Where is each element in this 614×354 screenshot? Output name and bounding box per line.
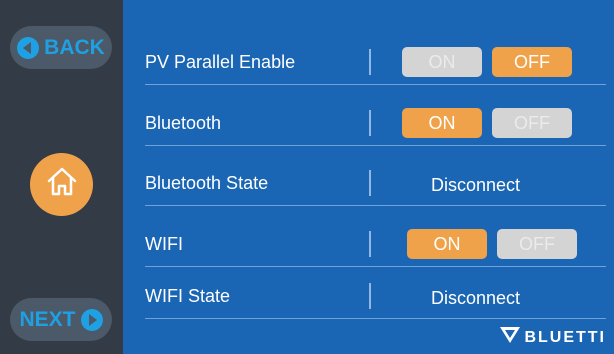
home-icon bbox=[44, 164, 80, 205]
wifi-on-button[interactable]: ON bbox=[407, 229, 487, 259]
row-underline bbox=[145, 145, 606, 146]
back-arrow-icon bbox=[17, 36, 40, 59]
sidebar: BACK NEXT bbox=[0, 0, 123, 354]
pv-parallel-on-button[interactable]: ON bbox=[402, 47, 482, 77]
pv-parallel-off-button[interactable]: OFF bbox=[492, 47, 572, 77]
setting-label: WIFI bbox=[145, 234, 183, 254]
next-label: NEXT bbox=[19, 307, 76, 331]
back-button[interactable]: BACK bbox=[10, 26, 112, 69]
bluetooth-state-value: Disconnect bbox=[431, 175, 521, 195]
row-underline bbox=[145, 205, 606, 206]
setting-label: PV Parallel Enable bbox=[145, 52, 296, 72]
row-divider bbox=[369, 283, 371, 309]
brand-logo: BLUETTI bbox=[500, 327, 606, 348]
setting-label: WIFI State bbox=[145, 286, 231, 306]
setting-label: Bluetooth bbox=[145, 113, 222, 133]
row-divider bbox=[369, 110, 371, 136]
bluetooth-off-button[interactable]: OFF bbox=[492, 108, 572, 138]
row-underline bbox=[145, 318, 606, 319]
next-button[interactable]: NEXT bbox=[10, 298, 112, 341]
setting-row-pv-parallel: PV Parallel Enable ON OFF bbox=[145, 27, 606, 85]
row-divider bbox=[369, 170, 371, 196]
settings-screen: BACK NEXT PV Parallel Enable ON OFF Blue… bbox=[0, 0, 614, 354]
brand-name: BLUETTI bbox=[524, 328, 606, 346]
back-label: BACK bbox=[44, 35, 105, 59]
row-divider bbox=[369, 231, 371, 257]
home-button[interactable] bbox=[30, 153, 93, 216]
bluetti-logo-icon bbox=[500, 327, 521, 348]
setting-row-wifi-state: WIFI State Disconnect bbox=[145, 261, 606, 319]
setting-row-bluetooth: Bluetooth ON OFF bbox=[145, 88, 606, 146]
row-underline bbox=[145, 84, 606, 85]
next-arrow-icon bbox=[80, 308, 103, 331]
setting-row-bluetooth-state: Bluetooth State Disconnect bbox=[145, 148, 606, 206]
wifi-state-value: Disconnect bbox=[431, 288, 521, 308]
wifi-off-button[interactable]: OFF bbox=[497, 229, 577, 259]
row-divider bbox=[369, 49, 371, 75]
setting-label: Bluetooth State bbox=[145, 173, 269, 193]
bluetooth-on-button[interactable]: ON bbox=[402, 108, 482, 138]
setting-row-wifi: WIFI ON OFF bbox=[145, 209, 606, 267]
